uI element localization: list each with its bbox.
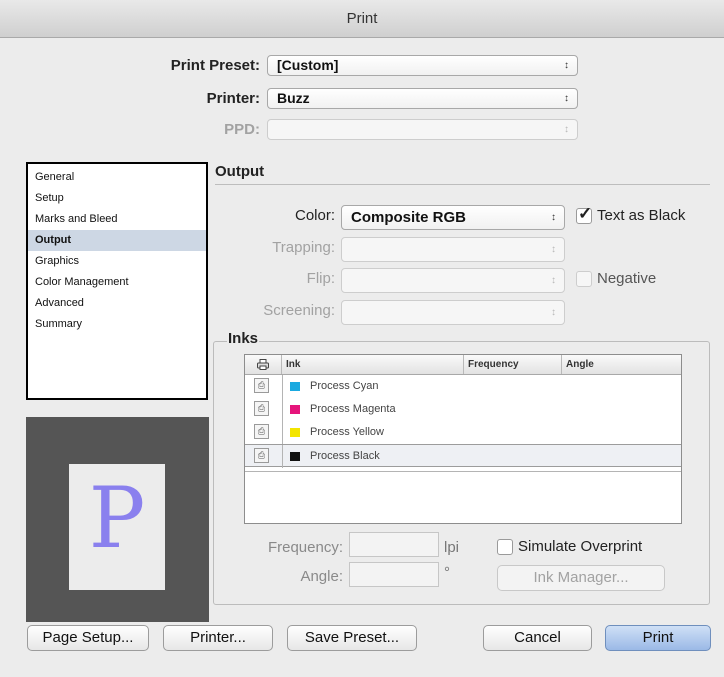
print-preset-value: [Custom] [277,57,339,73]
nav-item-general[interactable]: General [28,167,206,188]
ink-swatch [290,382,300,391]
screening-label: Screening: [263,302,335,319]
updown-arrows-icon: ↕ [551,275,556,286]
angle-label: Angle: [300,568,343,585]
save-preset-button[interactable]: Save Preset... [287,625,417,651]
updown-arrows-icon: ↕ [551,212,556,223]
ink-name: Process Yellow [310,426,384,438]
nav-item-advanced[interactable]: Advanced [28,293,206,314]
print-preset-label: Print Preset: [170,57,260,74]
updown-arrows-icon: ↕ [564,93,569,104]
output-divider [215,184,710,185]
printer-toggle-icon[interactable]: ⎙ [254,424,269,439]
ink-row[interactable]: ⎙ Process Black [245,444,681,468]
inks-group-label: Inks [227,330,260,347]
inks-table-body: ⎙ Process Cyan ⎙ Process Magenta ⎙ Proce… [245,375,681,472]
print-column-icon[interactable] [245,355,282,374]
ppd-label: PPD: [224,121,260,138]
printer-toggle-icon[interactable]: ⎙ [254,378,269,393]
angle-column-header[interactable]: Angle [562,355,681,374]
inks-table[interactable]: Ink Frequency Angle ⎙ Process Cyan ⎙ Pro… [244,354,682,524]
nav-item-setup[interactable]: Setup [28,188,206,209]
output-section-title: Output [215,163,265,180]
negative-label: Negative [597,270,657,287]
ink-name: Process Cyan [310,380,379,392]
trapping-select[interactable]: ↕ [341,237,565,262]
updown-arrows-icon: ↕ [551,244,556,255]
nav-item-graphics[interactable]: Graphics [28,251,206,272]
simulate-overprint-checkbox[interactable] [497,539,513,555]
nav-item-marks-and-bleed[interactable]: Marks and Bleed [28,209,206,230]
text-as-black-checkbox[interactable]: ✓ [576,204,592,224]
text-as-black-label: Text as Black [597,207,686,224]
trapping-label: Trapping: [272,239,335,256]
ink-swatch [290,428,300,437]
ink-row[interactable]: ⎙ Process Cyan [245,375,681,398]
window-title: Print [0,0,724,38]
negative-checkbox[interactable] [576,271,592,287]
frequency-unit: lpi [444,539,460,556]
nav-item-summary[interactable]: Summary [28,314,206,335]
ink-column-header[interactable]: Ink [282,355,464,374]
ppd-select[interactable]: ↕ [267,119,578,140]
ink-name: Process Magenta [310,403,396,415]
preview-page: P [69,464,165,590]
printer-toggle-icon[interactable]: ⎙ [254,401,269,416]
flip-select[interactable]: ↕ [341,268,565,293]
checkmark-icon: ✓ [578,204,593,223]
printer-toggle-icon[interactable]: ⎙ [254,448,269,463]
nav-item-color-management[interactable]: Color Management [28,272,206,293]
updown-arrows-icon: ↕ [564,124,569,135]
column-divider [282,445,283,468]
simulate-overprint-label: Simulate Overprint [518,538,643,555]
print-sections-list: General Setup Marks and Bleed Output Gra… [26,162,208,400]
column-divider [282,375,283,398]
cancel-button[interactable]: Cancel [483,625,592,651]
ink-swatch [290,405,300,414]
frequency-column-header[interactable]: Frequency [464,355,562,374]
ink-name: Process Black [310,450,380,462]
column-divider [282,421,283,444]
screening-select[interactable]: ↕ [341,300,565,325]
flip-label: Flip: [306,270,335,287]
page-preview: P [26,417,209,622]
frequency-field[interactable] [349,532,439,557]
printer-value: Buzz [277,90,310,106]
updown-arrows-icon: ↕ [551,307,556,318]
ink-swatch [290,452,300,461]
ink-manager-button[interactable]: Ink Manager... [497,565,665,591]
color-label: Color: [294,207,335,224]
frequency-label: Frequency: [267,539,343,556]
print-preset-select[interactable]: [Custom] ↕ [267,55,578,76]
printer-label: Printer: [206,90,260,107]
angle-field[interactable] [349,562,439,587]
page-setup-button[interactable]: Page Setup... [27,625,149,651]
angle-unit: ° [444,564,450,581]
color-select[interactable]: Composite RGB ↕ [341,205,565,230]
color-value: Composite RGB [351,209,467,226]
ink-row[interactable]: ⎙ Process Magenta [245,398,681,421]
printer-select[interactable]: Buzz ↕ [267,88,578,109]
updown-arrows-icon: ↕ [564,60,569,71]
printer-button[interactable]: Printer... [163,625,273,651]
ink-row[interactable]: ⎙ Process Yellow [245,421,681,444]
preview-glyph: P [88,469,146,567]
print-button[interactable]: Print [605,625,711,651]
column-divider [282,398,283,421]
inks-table-header: Ink Frequency Angle [245,355,681,375]
nav-item-output[interactable]: Output [28,230,206,251]
